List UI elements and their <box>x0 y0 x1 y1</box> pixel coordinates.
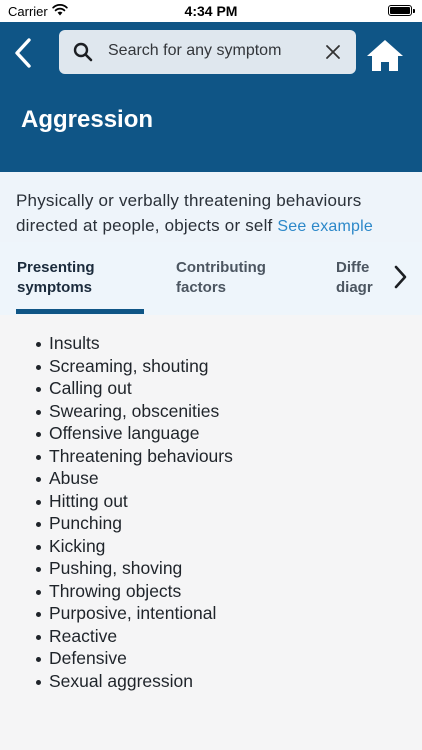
page-title: Aggression <box>21 106 154 133</box>
list-item: Hitting out <box>36 490 233 513</box>
list-item: Pushing, shoving <box>36 557 233 580</box>
list-item: Purposive, intentional <box>36 602 233 625</box>
list-item: Sexual aggression <box>36 670 233 693</box>
clock: 4:34 PM <box>184 3 238 19</box>
tab-label-line1: Diffe <box>336 259 370 276</box>
list-item: Offensive language <box>36 422 233 445</box>
tab-presenting-symptoms[interactable]: Presenting symptoms <box>17 258 95 298</box>
chevron-right-icon <box>394 265 407 289</box>
search-icon <box>73 42 93 62</box>
search-input[interactable]: Search for any symptom <box>108 42 281 60</box>
symptom-description: Physically or verbally threatening behav… <box>0 172 422 242</box>
list-item: Throwing objects <box>36 580 233 603</box>
tab-bar: Presenting symptoms Contributing factors… <box>0 242 422 315</box>
list-item: Reactive <box>36 625 233 648</box>
chevron-left-icon <box>15 38 31 68</box>
list-item: Punching <box>36 512 233 535</box>
battery-icon <box>388 5 415 16</box>
list-item: Threatening behaviours <box>36 445 233 468</box>
tab-label-line2: symptoms <box>17 279 93 296</box>
see-example-link[interactable]: See example <box>277 218 373 235</box>
tab-label-line1: Presenting <box>17 259 95 276</box>
tab-label-line2: factors <box>176 279 227 296</box>
list-item: Insults <box>36 332 233 355</box>
home-icon <box>367 40 403 71</box>
home-button[interactable] <box>366 38 404 72</box>
tab-label-line2: diagr <box>336 279 373 296</box>
close-icon[interactable] <box>324 43 342 61</box>
tab-label-line1: Contributing <box>176 259 266 276</box>
back-button[interactable] <box>10 36 36 70</box>
list-item: Swearing, obscenities <box>36 400 233 423</box>
list-item: Abuse <box>36 467 233 490</box>
tab-content: Insults Screaming, shouting Calling out Swe… <box>0 315 422 750</box>
search-bar[interactable]: Search for any symptom <box>59 30 356 74</box>
list-item: Screaming, shouting <box>36 355 233 378</box>
status-bar: Carrier 4:34 PM <box>0 0 422 22</box>
active-tab-indicator <box>16 309 144 314</box>
list-item: Kicking <box>36 535 233 558</box>
list-item: Defensive <box>36 647 233 670</box>
tab-contributing-factors[interactable]: Contributing factors <box>176 258 266 298</box>
symptom-list: Insults Screaming, shouting Calling out Swe… <box>36 332 233 692</box>
tab-differential-diagnosis[interactable]: Diffe diagr <box>336 258 374 298</box>
tabs-next-button[interactable] <box>392 264 408 290</box>
app-header: Search for any symptom Aggression <box>0 22 422 172</box>
list-item: Calling out <box>36 377 233 400</box>
